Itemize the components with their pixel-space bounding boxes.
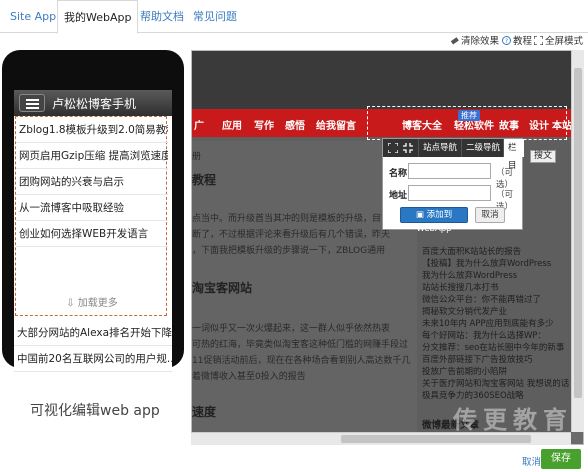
load-more-button[interactable]: ⇩ 加载更多 bbox=[16, 293, 168, 315]
popup-tab-column[interactable]: 栏目 bbox=[503, 139, 524, 171]
phone-screen: 卢松松博客手机 Zblog1.8模板升级到2.0简易教程 网页启用Gzip压缩 … bbox=[14, 90, 172, 376]
preview-link: 百度外部链接下广告投放技巧 bbox=[422, 355, 533, 365]
tab-bar: Site App 我的WebApp 帮助文档 常见问题 bbox=[0, 0, 588, 34]
preview-link: 微信公众平台：你不能再错过了 bbox=[422, 295, 542, 305]
load-more-label: 加载更多 bbox=[77, 298, 118, 309]
clear-effects-button[interactable]: 清除效果 bbox=[450, 33, 499, 47]
list-item[interactable]: 中国前20名互联网公司的用户规... bbox=[14, 346, 172, 372]
menu-icon bbox=[26, 99, 39, 101]
fullscreen-label: 全屏模式 bbox=[545, 36, 584, 47]
list-item[interactable]: Zblog1.8模板升级到2.0简易教程 bbox=[16, 117, 168, 143]
arrow-down-icon: ⇩ bbox=[66, 298, 78, 309]
preview-text: 11促销活动前后，现在在各种场合看到别人高达数千几 bbox=[192, 356, 411, 366]
nav-item[interactable]: 写作 bbox=[254, 117, 274, 132]
preview-text: 一词似乎又一次火爆起来，这一群人似乎依然热衷 bbox=[192, 324, 391, 334]
preview-link: 未来10年内 APP应用到底能有多少 bbox=[422, 319, 554, 329]
popup-tab-bar: 站点导航 二级导航 栏目 bbox=[383, 139, 524, 171]
tab-my-webapp[interactable]: 我的WebApp bbox=[57, 0, 139, 34]
caption: 可视化编辑web app bbox=[30, 403, 160, 419]
vertical-scroll-thumb[interactable] bbox=[574, 68, 582, 398]
preview-heading: 教程 bbox=[192, 173, 217, 187]
phone-mockup: 卢松松博客手机 Zblog1.8模板升级到2.0简易教程 网页启用Gzip压缩 … bbox=[2, 50, 184, 376]
name-label: 名称 bbox=[389, 169, 408, 179]
phone-header: 卢松松博客手机 bbox=[14, 90, 172, 116]
tutorial-label: 教程 bbox=[513, 36, 533, 47]
name-input[interactable] bbox=[408, 163, 491, 179]
url-label: 地址 bbox=[389, 191, 408, 201]
list-item[interactable]: 团购网站的兴衰与启示 bbox=[16, 169, 168, 195]
preview-link: 投放广告前期的小陷阱 bbox=[422, 367, 508, 377]
preview-text: 点当中。而升级首当其冲的则是模板的升级，目前已 bbox=[192, 214, 400, 224]
preview-heading: 速度 bbox=[192, 405, 217, 419]
phone-article-list[interactable]: Zblog1.8模板升级到2.0简易教程 网页启用Gzip压缩 提高浏览速度 团… bbox=[15, 116, 168, 316]
preview-link: 分文推荐：seo在站长圈中今年的新事 bbox=[422, 343, 565, 353]
list-item[interactable]: 从一流博客中吸取经验 bbox=[16, 195, 168, 221]
preview-text: 着微博收入甚至0投入的报告 bbox=[192, 372, 306, 382]
preview-page: 广 应用 写作 感悟 给我留言 博客大全 轻松软件 故事 设计 本站下载 册 教… bbox=[192, 51, 572, 433]
nav-item[interactable]: 感悟 bbox=[285, 117, 305, 132]
preview-text: 断了，不过根据评论来看升级后有几个错误，昨天 bbox=[192, 230, 391, 240]
save-button[interactable]: 保存 bbox=[541, 449, 581, 469]
watermark: 传更教育 bbox=[453, 406, 573, 434]
preview-text: ，下面我把模板升级的步骤说一下，ZBLOG通用 bbox=[192, 246, 386, 256]
popup-tab-site-nav[interactable]: 站点导航 bbox=[418, 139, 461, 157]
preview-heading: 淘宝客网站 bbox=[192, 281, 253, 295]
popup-tab-sub-nav[interactable]: 二级导航 bbox=[461, 139, 504, 157]
fullscreen-icon bbox=[533, 35, 544, 46]
preview-link: 百度大面积K站站长的报告 bbox=[422, 247, 522, 257]
list-item[interactable]: 网页启用Gzip压缩 提高浏览速度 bbox=[16, 143, 168, 169]
preview-link: 我为什么放弃WordPress bbox=[422, 271, 518, 281]
eraser-icon bbox=[450, 36, 459, 45]
tutorial-button[interactable]: ? 教程 bbox=[502, 33, 532, 47]
preview-link: 【投稿】我为什么放弃WordPress bbox=[422, 259, 552, 269]
clear-effects-label: 清除效果 bbox=[461, 36, 500, 47]
preview-text: 可热的红海，毕竟类似淘宝客这种低门槛的网赚手段过 bbox=[192, 340, 409, 350]
menu-button[interactable] bbox=[19, 94, 45, 112]
preview-header bbox=[192, 51, 572, 109]
expand-icon[interactable] bbox=[387, 142, 399, 154]
help-icon: ? bbox=[502, 36, 511, 45]
site-preview[interactable]: 广 应用 写作 感悟 给我留言 博客大全 轻松软件 故事 设计 本站下载 册 教… bbox=[191, 50, 584, 445]
phone-title: 卢松松博客手机 bbox=[52, 97, 137, 111]
svg-text:?: ? bbox=[505, 38, 508, 45]
preview-toolbar: 清除效果 ? 教程 全屏模式 bbox=[450, 33, 584, 47]
add-icon: ▣ bbox=[415, 210, 427, 220]
tab-site-app[interactable]: Site App bbox=[10, 0, 56, 33]
recommend-badge: 推荐 bbox=[458, 110, 480, 121]
horizontal-scroll-thumb[interactable] bbox=[341, 435, 531, 443]
preview-link: 站站长搜搜几本打书 bbox=[422, 283, 499, 293]
tab-help-docs[interactable]: 帮助文档 bbox=[140, 0, 184, 33]
add-nav-popup: 站点导航 二级导航 栏目 名称 （可选） 地址 （可选） ▣ 添加到WebApp… bbox=[382, 138, 524, 234]
cancel-link[interactable]: 取消 bbox=[522, 454, 541, 468]
preview-link: 每个好网站：我为什么选择WP： bbox=[422, 331, 547, 341]
preview-text: 册 bbox=[192, 152, 202, 162]
list-item[interactable]: 创业如何选择WEB开发语言 bbox=[16, 221, 168, 247]
nav-item[interactable]: 广 bbox=[194, 117, 204, 132]
name-hint: （可选） bbox=[496, 168, 514, 190]
preview-link: 关于医疗网站和淘宝客网站 我想说的话 bbox=[422, 379, 570, 389]
nav-item[interactable]: 给我留言 bbox=[316, 117, 356, 132]
list-item[interactable]: 大部分网站的Alexa排名开始下降 bbox=[14, 320, 172, 346]
side-button[interactable]: 搜文 bbox=[530, 150, 557, 163]
preview-link: 揭秘软文分销代发产业 bbox=[422, 307, 508, 317]
fullscreen-button[interactable]: 全屏模式 bbox=[533, 33, 584, 47]
vertical-scrollbar[interactable] bbox=[571, 50, 584, 432]
popup-cancel-button[interactable]: 取消 bbox=[475, 207, 505, 223]
collapse-icon[interactable] bbox=[403, 143, 413, 153]
tab-faq[interactable]: 常见问题 bbox=[193, 0, 237, 33]
url-input[interactable] bbox=[408, 185, 491, 201]
add-to-webapp-button[interactable]: ▣ 添加到WebApp bbox=[400, 207, 468, 234]
nav-item[interactable]: 应用 bbox=[222, 117, 242, 132]
